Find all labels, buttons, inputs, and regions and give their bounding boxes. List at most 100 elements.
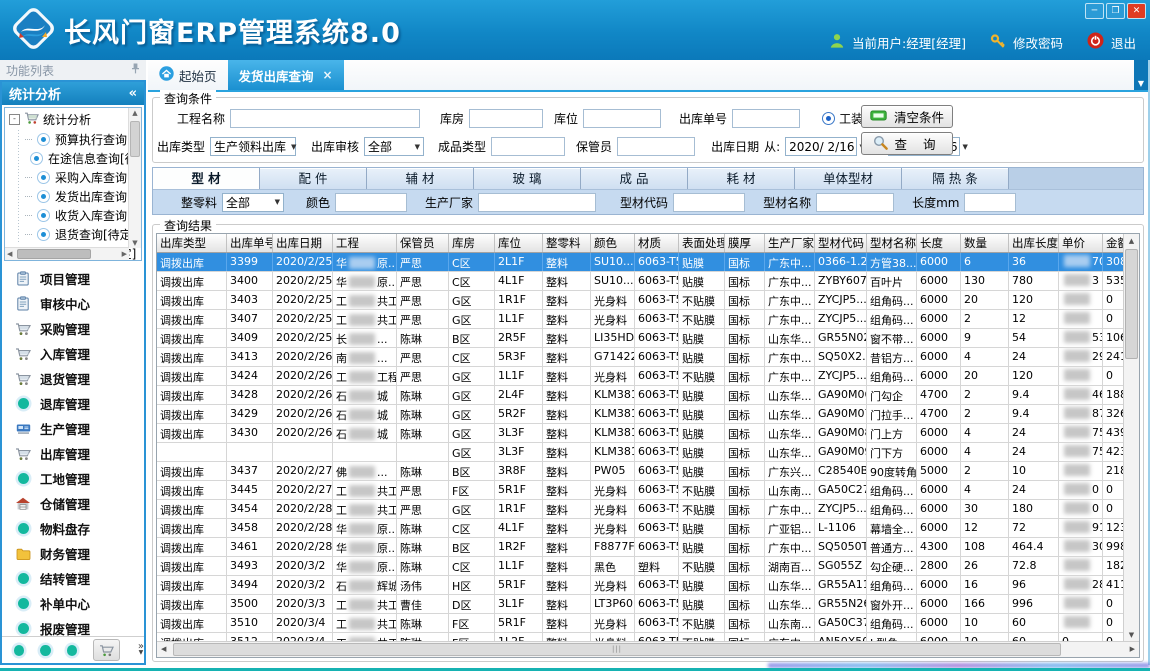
material-tab[interactable]: 耗 材 (688, 168, 795, 189)
column-header[interactable]: 出库日期 (273, 234, 333, 252)
sidebar-module-item[interactable]: 项目管理 (2, 266, 144, 291)
circle-icon[interactable] (40, 645, 50, 656)
tree-item[interactable]: 预算执行查询 (25, 130, 141, 149)
tree-item[interactable]: 在途信息查询[待定] (25, 149, 141, 168)
column-header[interactable]: 工程 (333, 234, 397, 252)
tree-item[interactable]: 退货查询[待定] (25, 225, 141, 244)
column-header[interactable]: 材质 (635, 234, 679, 252)
tree-expander-icon[interactable]: - (9, 114, 20, 125)
table-row[interactable]: 调拨出库34292020/2/26石城陈琳G区5R2F整料KLM38176063… (157, 405, 1124, 424)
keeper-input[interactable] (617, 137, 695, 156)
scroll-down-icon[interactable]: ▼ (129, 239, 141, 247)
column-header[interactable]: 单价 (1059, 234, 1103, 252)
table-row[interactable]: 调拨出库34282020/2/26石城陈琳G区2L4F整料KLM38176063… (157, 386, 1124, 405)
location-input[interactable] (583, 109, 661, 128)
scrollbar-thumb[interactable] (1125, 249, 1138, 359)
circle-icon[interactable] (67, 645, 77, 656)
tree-horizontal-scrollbar[interactable]: ◀ ▶ (5, 247, 129, 260)
table-row[interactable]: 调拨出库34452020/2/27工共工程严思F区5R1F整料光身料6063-T… (157, 481, 1124, 500)
column-header[interactable]: 数量 (961, 234, 1009, 252)
profile-name-input[interactable] (816, 193, 894, 212)
table-row[interactable]: 调拨出库35002020/3/3工共工程曹佳D区3L1F整料LT3P606063… (157, 595, 1124, 614)
close-button[interactable]: ✕ (1127, 3, 1146, 19)
scroll-left-icon[interactable]: ◀ (7, 250, 12, 258)
radio-gongzhuang[interactable] (822, 112, 835, 125)
collapse-icon[interactable]: « (129, 86, 137, 101)
table-row[interactable]: 调拨出库34932020/3/2华原...陈琳C区1L1F整料黑色塑料不贴膜国标… (157, 557, 1124, 576)
product-type-input[interactable] (491, 137, 565, 156)
column-header[interactable]: 金额 (1103, 234, 1124, 252)
sidebar-module-item[interactable]: 退库管理 (2, 391, 144, 416)
grid-horizontal-scrollbar[interactable]: ◀ ||| ▶ (157, 641, 1139, 657)
column-header[interactable]: 型材代码 (815, 234, 867, 252)
material-tab[interactable]: 配 件 (260, 168, 367, 189)
scroll-up-icon[interactable]: ▲ (1124, 237, 1139, 245)
maximize-button[interactable]: ❐ (1106, 3, 1125, 19)
tree-item[interactable]: 发货出库查询 (25, 187, 141, 206)
sidebar-module-item[interactable]: 出库管理 (2, 441, 144, 466)
table-row[interactable]: 调拨出库34072020/2/25工共工程严思G区1L1F整料光身料6063-T… (157, 310, 1124, 329)
sidebar-module-item[interactable]: 结转管理 (2, 566, 144, 591)
clear-conditions-button[interactable]: 清空条件 (861, 105, 953, 128)
material-tab[interactable]: 型 材 (153, 168, 260, 189)
table-row[interactable]: 调拨出库34242020/2/26工工程严思G区1L1F整料光身料6063-T5… (157, 367, 1124, 386)
scrollbar-thumb[interactable] (130, 121, 140, 157)
minimize-button[interactable]: ─ (1085, 3, 1104, 19)
scroll-up-icon[interactable]: ▲ (129, 109, 141, 117)
table-row[interactable]: 调拨出库34542020/2/28工共工程严思G区1R1F整料光身料6063-T… (157, 500, 1124, 519)
scroll-left-icon[interactable]: ◀ (161, 645, 166, 653)
tree-vertical-scrollbar[interactable]: ▲ ▼ (128, 108, 141, 248)
table-row[interactable]: 调拨出库34002020/2/25华原...严思C区4L1F整料SU10...6… (157, 272, 1124, 291)
column-header[interactable]: 生产厂家 (765, 234, 815, 252)
sidebar-module-item[interactable]: 工地管理 (2, 466, 144, 491)
table-row[interactable]: G区3L3F整料KLM38176063-T5贴膜国标山东华...GA90M09.… (157, 443, 1124, 462)
manufacturer-input[interactable] (478, 193, 596, 212)
column-header[interactable]: 整零料 (543, 234, 591, 252)
column-header[interactable]: 库位 (495, 234, 543, 252)
chevron-down-icon[interactable]: ▼ (139, 650, 144, 656)
length-input[interactable] (964, 193, 1016, 212)
column-header[interactable]: 出库单号 (227, 234, 273, 252)
material-tab[interactable]: 单体型材 (795, 168, 902, 189)
column-header[interactable]: 保管员 (397, 234, 449, 252)
sidebar-module-item[interactable]: 入库管理 (2, 341, 144, 366)
column-header[interactable]: 出库类型 (157, 234, 227, 252)
logout-link[interactable]: 退出 (1111, 33, 1136, 52)
column-header[interactable]: 表面处理 (679, 234, 725, 252)
pin-icon[interactable] (131, 63, 140, 77)
circle-icon[interactable] (14, 645, 24, 656)
sidebar-module-item[interactable]: 采购管理 (2, 316, 144, 341)
material-tab[interactable]: 玻 璃 (474, 168, 581, 189)
sidebar-module-item[interactable]: 报废管理 (2, 616, 144, 636)
column-header[interactable]: 出库长度 (1009, 234, 1059, 252)
tree-root-statistics[interactable]: - 统计分析 (5, 108, 141, 130)
material-tab[interactable]: 辅 材 (367, 168, 474, 189)
change-password-link[interactable]: 修改密码 (1013, 33, 1063, 52)
cart-button[interactable] (93, 639, 120, 661)
table-row[interactable]: 调拨出库34132020/2/26南...严思C区5R3F整料G71422606… (157, 348, 1124, 367)
sidebar-module-item[interactable]: 退货管理 (2, 366, 144, 391)
audit-select[interactable]: 全部▼ (364, 137, 424, 156)
search-button[interactable]: 查 询 (861, 132, 953, 155)
outbound-type-select[interactable]: 生产领料出库▼ (210, 137, 296, 156)
tab-shipment-outbound-query[interactable]: 发货出库查询 × (228, 60, 344, 90)
whole-part-select[interactable]: 全部▼ (222, 193, 284, 212)
sidebar-module-item[interactable]: 物料盘存 (2, 516, 144, 541)
scrollbar-thumb[interactable] (17, 249, 91, 259)
column-header[interactable]: 长度 (917, 234, 961, 252)
sidebar-module-item[interactable]: 仓储管理 (2, 491, 144, 516)
column-header[interactable]: 颜色 (591, 234, 635, 252)
column-header[interactable]: 型材名称 (867, 234, 917, 252)
scrollbar-thumb[interactable]: ||| (173, 643, 1061, 656)
table-row[interactable]: 调拨出库34612020/2/28华原...陈琳B区1R2F整料F8877FT6… (157, 538, 1124, 557)
sidebar-module-item[interactable]: 生产管理 (2, 416, 144, 441)
material-tab[interactable]: 成 品 (581, 168, 688, 189)
column-header[interactable]: 膜厚 (725, 234, 765, 252)
table-row[interactable]: 调拨出库34372020/2/27佛...陈琳B区3R8F整料PW056063-… (157, 462, 1124, 481)
tab-overflow-button[interactable]: ▼ (1134, 60, 1148, 90)
table-row[interactable]: 调拨出库34302020/2/26石城陈琳G区3L3F整料KLM38176063… (157, 424, 1124, 443)
order-no-input[interactable] (732, 109, 800, 128)
material-tab[interactable]: 隔 热 条 (902, 168, 1009, 189)
column-header[interactable]: 库房 (449, 234, 495, 252)
grid-vertical-scrollbar[interactable]: ▲ ▼ (1123, 234, 1139, 642)
